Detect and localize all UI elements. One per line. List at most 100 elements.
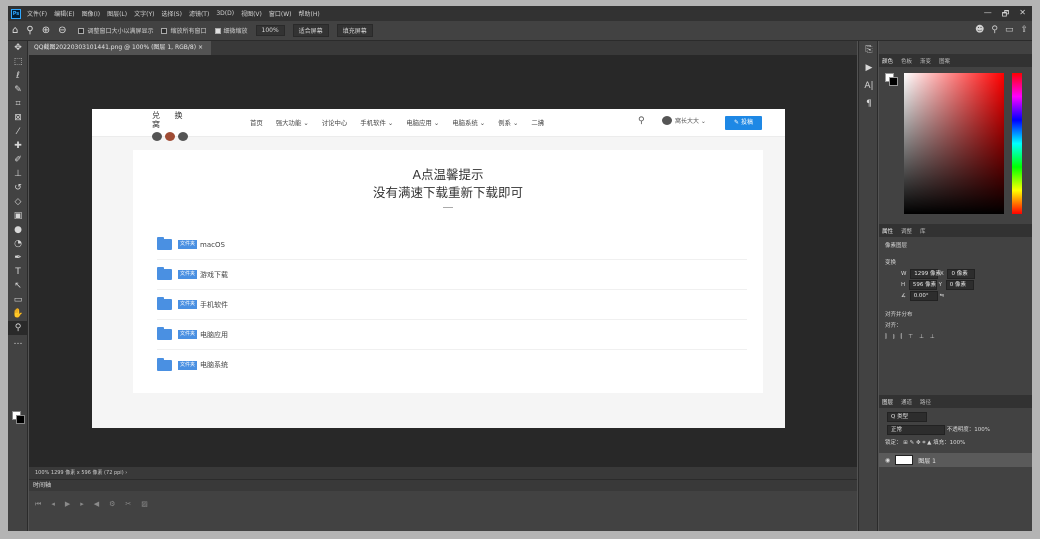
zoom-tool-icon[interactable]: ⚲ xyxy=(26,25,33,36)
lock-icons[interactable]: ⊞ ✎ ✥ ⌗ ▲ xyxy=(903,440,933,446)
fill-control[interactable]: 填充：100% xyxy=(933,440,965,446)
blur-tool-icon[interactable]: ● xyxy=(8,223,28,237)
y-field[interactable]: 0 像素 xyxy=(945,280,974,290)
settings-icon[interactable]: ⚙ xyxy=(109,500,115,509)
align-middle-icon[interactable]: ⊥ xyxy=(919,334,930,340)
scrubby-zoom-checkbox[interactable]: 细微缩放 xyxy=(214,26,248,35)
tab-gradients[interactable]: 渐变 xyxy=(920,57,931,65)
pen-tool-icon[interactable]: ✒ xyxy=(8,251,28,265)
user-icon[interactable]: ☻ xyxy=(975,25,984,35)
workspace-icon[interactable]: ▭ xyxy=(1005,25,1014,35)
close-button[interactable]: ✕ xyxy=(1019,8,1026,22)
menu-3d[interactable]: 3D(D) xyxy=(216,10,234,17)
blend-mode-select[interactable]: 正常 xyxy=(887,425,945,435)
dodge-tool-icon[interactable]: ◔ xyxy=(8,237,28,251)
character-icon[interactable]: A| xyxy=(859,77,879,95)
kind-filter-select[interactable]: Q 类型 xyxy=(887,412,927,422)
history-brush-icon[interactable]: ↺ xyxy=(8,181,28,195)
zoom-tool-active-icon[interactable]: ⚲ xyxy=(8,321,28,335)
menu-layer[interactable]: 图层(L) xyxy=(107,9,127,18)
align-bottom-icon[interactable]: ⊥ xyxy=(930,334,941,340)
saturation-field[interactable] xyxy=(904,73,1004,214)
share-icon[interactable]: ⇪ xyxy=(1020,25,1028,35)
menu-edit[interactable]: 编辑(E) xyxy=(54,9,74,18)
tab-close-icon[interactable]: × xyxy=(198,44,203,51)
zoom-100-button[interactable]: 100% xyxy=(255,25,285,36)
first-frame-icon[interactable]: ⏮ xyxy=(35,500,41,509)
canvas-area[interactable]: 兑 换 窝 首页 强大功能 ⌄ 讨论中心 手机软件 ⌄ 电脑应用 ⌄ 电脑系统 … xyxy=(29,55,857,467)
path-select-tool-icon[interactable]: ↖ xyxy=(8,279,28,293)
tab-properties[interactable]: 属性 xyxy=(882,227,893,235)
tab-adjustments[interactable]: 调整 xyxy=(901,227,912,235)
marquee-tool-icon[interactable]: ⬚ xyxy=(8,55,28,69)
gradient-tool-icon[interactable]: ▣ xyxy=(8,209,28,223)
minimize-button[interactable]: — xyxy=(984,8,992,22)
x-field[interactable]: 0 像素 xyxy=(947,269,976,279)
crop-tool-icon[interactable]: ⌗ xyxy=(8,97,28,111)
home-icon[interactable]: ⌂ xyxy=(12,25,18,36)
tab-color[interactable]: 颜色 xyxy=(882,57,893,65)
split-icon[interactable]: ✂ xyxy=(125,500,131,509)
visibility-eye-icon[interactable]: ◉ xyxy=(885,457,890,464)
layer-row[interactable]: ◉ 图层 1 xyxy=(879,453,1032,467)
tab-paths[interactable]: 路径 xyxy=(920,398,931,406)
hand-tool-icon[interactable]: ✋ xyxy=(8,307,28,321)
menu-window[interactable]: 窗口(W) xyxy=(269,9,292,18)
background-color-swatch[interactable] xyxy=(16,415,25,424)
height-field[interactable]: 596 像素 xyxy=(908,280,937,290)
quick-select-tool-icon[interactable]: ✎ xyxy=(8,83,28,97)
align-left-icon[interactable]: ⫿ xyxy=(885,334,893,340)
resize-windows-checkbox[interactable]: 调整窗口大小以满屏显示 xyxy=(78,26,153,35)
width-field[interactable]: 1299 像素 xyxy=(910,269,941,279)
healing-tool-icon[interactable]: ✚ xyxy=(8,139,28,153)
document-tab[interactable]: QQ截图20220303101441.png @ 100% (图层 1, RGB… xyxy=(29,41,212,55)
eyedropper-tool-icon[interactable]: ⁄ xyxy=(8,125,28,139)
prev-frame-icon[interactable]: ◂ xyxy=(51,500,55,509)
tab-libraries[interactable]: 库 xyxy=(920,227,926,235)
restore-button[interactable]: 🗗 xyxy=(1002,8,1010,22)
fill-screen-button[interactable]: 填充屏幕 xyxy=(336,24,373,37)
opacity-control[interactable]: 不透明度：100% xyxy=(947,427,990,433)
tab-patterns[interactable]: 图案 xyxy=(939,57,950,65)
hue-slider[interactable] xyxy=(1012,73,1022,214)
angle-field[interactable]: 0.00° xyxy=(909,291,938,301)
align-heading[interactable]: 对齐并分布 xyxy=(879,310,1032,321)
panel-background-swatch[interactable] xyxy=(889,77,898,86)
transition-icon[interactable]: ▨ xyxy=(141,500,148,509)
brush-tool-icon[interactable]: ✐ xyxy=(8,153,28,167)
menu-image[interactable]: 图像(I) xyxy=(82,9,100,18)
audio-icon[interactable]: ◀ xyxy=(94,500,99,509)
zoom-in-icon[interactable]: ⊕ xyxy=(42,25,50,36)
paragraph-icon[interactable]: ¶ xyxy=(859,95,879,113)
lasso-tool-icon[interactable]: ℓ xyxy=(8,69,28,83)
menu-help[interactable]: 帮助(H) xyxy=(299,9,320,18)
menu-view[interactable]: 视图(V) xyxy=(241,9,262,18)
zoom-all-windows-checkbox[interactable]: 缩放所有窗口 xyxy=(161,26,207,35)
menu-filter[interactable]: 滤镜(T) xyxy=(189,9,209,18)
menu-type[interactable]: 文字(Y) xyxy=(134,9,154,18)
fit-screen-button[interactable]: 适合屏幕 xyxy=(292,24,329,37)
zoom-out-icon[interactable]: ⊖ xyxy=(58,25,66,36)
frame-tool-icon[interactable]: ⊠ xyxy=(8,111,28,125)
align-top-icon[interactable]: ⊤ xyxy=(908,334,919,340)
search-icon[interactable]: ⚲ xyxy=(991,25,998,35)
more-tools-icon[interactable]: … xyxy=(8,335,28,349)
tab-channels[interactable]: 通道 xyxy=(901,398,912,406)
history-icon[interactable]: ⎘ xyxy=(859,41,879,59)
move-tool-icon[interactable]: ✥ xyxy=(8,41,28,55)
transform-heading[interactable]: 变换 xyxy=(879,258,1032,269)
actions-play-icon[interactable]: ▶ xyxy=(859,59,879,77)
rectangle-tool-icon[interactable]: ▭ xyxy=(8,293,28,307)
layer-name[interactable]: 图层 1 xyxy=(918,456,936,465)
tab-swatches[interactable]: 色板 xyxy=(901,57,912,65)
eraser-tool-icon[interactable]: ◇ xyxy=(8,195,28,209)
play-icon[interactable]: ▶ xyxy=(65,500,70,509)
align-center-icon[interactable]: ⫾ xyxy=(893,334,901,340)
tab-layers[interactable]: 图层 xyxy=(882,398,893,406)
menu-select[interactable]: 选择(S) xyxy=(161,9,182,18)
stamp-tool-icon[interactable]: ⊥ xyxy=(8,167,28,181)
next-frame-icon[interactable]: ▸ xyxy=(80,500,84,509)
type-tool-icon[interactable]: T xyxy=(8,265,28,279)
flip-icon[interactable]: ⇋ xyxy=(939,293,944,299)
menu-file[interactable]: 文件(F) xyxy=(27,9,47,18)
